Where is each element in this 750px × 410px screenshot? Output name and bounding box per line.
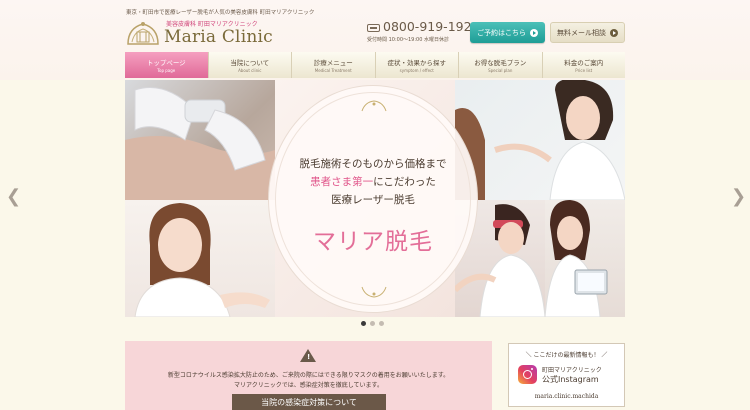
instagram-label-1: 町田マリアクリニック <box>542 367 602 374</box>
nav-item-label: 料金のご案内 <box>564 59 604 67</box>
nav-item-sublabel: About clinic <box>238 68 262 73</box>
hero-title: マリア脱毛 <box>313 229 433 255</box>
nav-item-label: 診療メニュー <box>313 59 353 67</box>
nav-item-sublabel: Special plan <box>488 68 513 73</box>
mail-consult-button[interactable]: 無料メール相談 <box>550 22 625 43</box>
carousel-dots <box>361 321 384 326</box>
nav-item-label: お得な脱毛プラン <box>474 59 527 67</box>
nav-item-treatment[interactable]: 診療メニュー Medical Treatment <box>292 52 376 78</box>
hero-copy-line2-rest: にこだわった <box>373 176 436 188</box>
covid-notice: ! 新型コロナウイルス感染拡大防止のため、ご来院の際にはできる限りマスクの着用を… <box>125 341 492 410</box>
hero-copy-line3: 医療レーザー脱毛 <box>331 194 415 206</box>
nav-item-sublabel: Top page <box>157 68 176 73</box>
hero-copy-line1: 脱毛施術そのものから価格まで <box>299 158 447 170</box>
mail-consult-label: 無料メール相談 <box>557 28 606 37</box>
carousel-next-arrow[interactable]: ❯ <box>731 186 746 207</box>
header-tagline: 東京・町田市で医療レーザー脱毛が人気の美容皮膚科 町田マリアクリニック <box>126 10 315 16</box>
arrow-circle-icon <box>610 28 618 37</box>
counselor-with-tablet-photo <box>545 200 625 317</box>
reserve-button[interactable]: ご予約はこちら <box>470 22 545 43</box>
doctor-examining-photo <box>455 80 625 200</box>
ornament-icon <box>361 100 387 112</box>
nav-item-plan[interactable]: お得な脱毛プラン Special plan <box>459 52 543 78</box>
hero-copy-line2: 患者さま第一にこだわった <box>269 174 477 189</box>
phone-icon <box>367 24 380 32</box>
instagram-heading: ＼ ここだけの最新情報も！ ／ <box>525 352 608 359</box>
instagram-banner[interactable]: ＼ ここだけの最新情報も！ ／ 町田マリアクリニック 公式Instagram m… <box>508 343 625 407</box>
instagram-icon <box>518 365 537 384</box>
crest-icon <box>127 22 159 45</box>
phone-number[interactable]: 0800-919-1929 <box>383 19 480 34</box>
reception-hours: 受付時間 10:00～19:00 水曜日休診 <box>367 37 449 43</box>
nav-item-label: 症状・効果から探す <box>387 59 447 67</box>
nav-item-sublabel: Medical Treatment <box>314 68 352 73</box>
nav-item-about[interactable]: 当院について About clinic <box>208 52 292 78</box>
nav-item-sublabel: Price list <box>575 68 593 73</box>
notice-text-2: マリアクリニックでは、感染症対策を徹底しています。 <box>234 382 383 389</box>
hero-copy-highlight: 患者さま第一 <box>310 176 374 188</box>
arrow-circle-icon <box>530 28 538 37</box>
nav-item-top[interactable]: トップページ Top page <box>125 52 209 78</box>
hero-copy-circle: 脱毛施術そのものから価格まで 患者さま第一にこだわった 医療レーザー脱毛 マリア… <box>268 85 478 313</box>
carousel-dot[interactable] <box>361 321 366 326</box>
infection-measures-button[interactable]: 当院の感染症対策について <box>232 394 386 410</box>
nav-item-sublabel: symptom / effect <box>399 68 434 73</box>
nav-item-label: トップページ <box>146 59 186 67</box>
hero-slider[interactable]: 脱毛施術そのものから価格まで 患者さま第一にこだわった 医療レーザー脱毛 マリア… <box>125 80 625 317</box>
global-nav: トップページ Top page 当院について About clinic 診療メニ… <box>125 52 625 78</box>
notice-text-1: 新型コロナウイルス感染拡大防止のため、ご来院の際にはできる限りマスクの着用をお願… <box>167 372 450 379</box>
reserve-button-label: ご予約はこちら <box>477 28 526 37</box>
nav-item-price[interactable]: 料金のご案内 Price list <box>542 52 625 78</box>
instagram-account: maria.clinic.machida <box>534 393 599 400</box>
nav-item-label: 当院について <box>230 59 270 67</box>
ornament-icon <box>361 286 387 298</box>
nav-item-symptom[interactable]: 症状・効果から探す symptom / effect <box>375 52 459 78</box>
logo-title: Maria Clinic <box>164 27 273 47</box>
laser-treatment-photo <box>125 80 275 200</box>
clinic-logo[interactable]: 美容皮膚科 町田マリアクリニック Maria Clinic <box>126 18 276 48</box>
carousel-dot[interactable] <box>370 321 375 326</box>
carousel-prev-arrow[interactable]: ❮ <box>6 186 21 207</box>
smiling-woman-photo <box>125 200 275 317</box>
carousel-dot[interactable] <box>379 321 384 326</box>
instagram-label-2: 公式Instagram <box>542 375 599 384</box>
